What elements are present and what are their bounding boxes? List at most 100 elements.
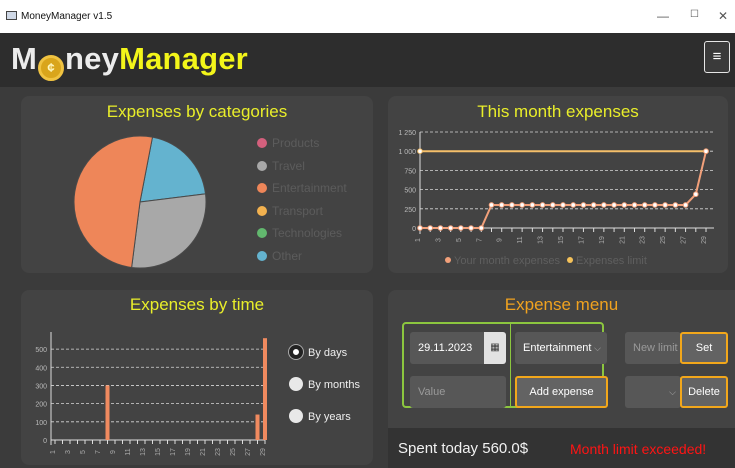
radio-circle[interactable] <box>289 377 303 391</box>
chevron-down-icon: ⌵ <box>669 387 676 397</box>
series-point <box>703 148 709 155</box>
x-tick-label: 11 <box>125 448 132 455</box>
x-tick-label: 7 <box>476 238 483 242</box>
series-point <box>549 202 556 208</box>
series-point <box>427 225 434 231</box>
x-tick-label: 27 <box>681 236 688 244</box>
set-limit-button[interactable]: Set <box>680 332 728 364</box>
legend-marker <box>445 257 451 263</box>
legend-dot <box>257 138 267 148</box>
radio-circle[interactable] <box>289 409 303 423</box>
expense-menu-title: Expense menu <box>504 295 619 314</box>
series-point <box>519 202 525 208</box>
x-tick-label: 1 <box>50 450 57 454</box>
x-tick-label: 9 <box>497 238 504 242</box>
app-icon <box>6 11 17 20</box>
date-picker[interactable]: 29.11.2023 ▦ <box>410 332 506 364</box>
delete-button[interactable]: Delete <box>680 376 728 408</box>
series-point <box>539 202 546 208</box>
x-tick-label: 15 <box>558 236 565 244</box>
hamburger-menu-button[interactable]: ≡ <box>704 41 730 73</box>
legend-dot <box>257 205 267 216</box>
x-tick-label: 5 <box>456 238 463 242</box>
series-point <box>509 202 515 208</box>
y-tick-label: 300 <box>35 383 47 390</box>
categories-pie-chart <box>73 135 207 269</box>
x-tick-label: 1 <box>415 238 422 242</box>
y-tick-label: 200 <box>35 402 47 409</box>
date-value: 29.11.2023 <box>418 342 473 354</box>
legend-item-entertainment: Entertainment <box>257 181 347 195</box>
series-point <box>652 202 658 208</box>
series-point <box>570 202 577 208</box>
add-expense-button[interactable]: Add expense <box>515 376 608 408</box>
y-tick-label: 1 000 <box>398 149 416 156</box>
series-point <box>458 225 464 231</box>
radio-by-years[interactable]: By years <box>289 409 351 423</box>
x-tick-label: 23 <box>640 236 647 244</box>
series-point <box>641 202 648 208</box>
x-tick-label: 21 <box>200 448 207 456</box>
legend-label: Expenses limit <box>576 255 647 267</box>
calendar-icon[interactable]: ▦ <box>484 332 506 364</box>
legend-label: Travel <box>272 158 305 173</box>
close-button[interactable]: ✕ <box>718 9 728 23</box>
legend-marker <box>567 257 573 263</box>
x-tick-label: 11 <box>517 236 524 243</box>
y-tick-label: 500 <box>35 347 47 354</box>
series-point <box>682 202 689 208</box>
coin-icon: ¢ <box>38 55 65 81</box>
series-point <box>590 202 597 208</box>
series-point <box>498 202 505 208</box>
month-line-chart: 02505007501 0001 2501 3 5 7 9 11 13 15 17 19 21 23 2… <box>398 130 714 267</box>
radio-label: By years <box>308 411 351 423</box>
x-tick-label: 3 <box>65 450 72 454</box>
x-tick-label: 5 <box>80 450 87 454</box>
series-point <box>417 148 423 155</box>
x-tick-label: 25 <box>660 236 667 244</box>
delete-select[interactable]: ⌵ <box>625 376 681 408</box>
form-divider <box>510 324 511 406</box>
limit-warning: Month limit exceeded! <box>570 441 707 457</box>
new-limit-input[interactable]: New limit <box>625 332 681 364</box>
value-input[interactable]: Value <box>410 376 506 408</box>
series-point <box>621 202 628 208</box>
time-bar-chart: 01002003004005001 3 5 7 9 11 13 15 17 19 21 23 25 27 2… <box>35 332 267 456</box>
series-point <box>672 202 679 208</box>
radio-by-months[interactable]: By months <box>289 377 360 391</box>
category-select[interactable]: Entertainment ⌵ <box>515 332 607 364</box>
x-tick-label: 29 <box>260 448 267 456</box>
x-tick-label: 13 <box>538 236 545 244</box>
x-tick-label: 17 <box>170 448 177 456</box>
y-tick-label: 500 <box>404 188 416 195</box>
bar-day-8 <box>105 385 110 440</box>
legend-label: Other <box>272 248 303 263</box>
legend-item-other: Other <box>257 249 302 263</box>
app-logo: M ¢ neyManager <box>11 41 248 81</box>
minimize-button[interactable]: — <box>657 9 669 23</box>
series-point <box>468 225 474 231</box>
radio-by-days[interactable]: By days <box>289 345 347 359</box>
y-tick-label: 250 <box>404 207 416 214</box>
pie-slice-travel <box>131 193 207 269</box>
x-tick-label: 29 <box>701 236 708 244</box>
radio-circle[interactable] <box>289 345 303 359</box>
legend-item-transport: Transport <box>257 204 323 218</box>
window-titlebar: MoneyManager v1.5 — ☐ ✕ <box>0 0 735 33</box>
x-tick-label: 27 <box>245 448 252 456</box>
y-tick-label: 0 <box>43 438 47 445</box>
legend-dot <box>257 183 267 193</box>
legend-item-technologies: Technologies <box>257 226 342 240</box>
x-tick-label: 25 <box>230 448 237 456</box>
month-panel: This month expenses 0 250 500 750 1 000 1 250… <box>388 96 728 273</box>
expense-menu-panel: Expense menu 29.11.2023 ▦ Entertainment ⌵ … <box>388 290 735 468</box>
maximize-button[interactable]: ☐ <box>690 9 699 20</box>
series-point <box>611 202 617 208</box>
y-tick-label: 100 <box>35 420 47 427</box>
categories-title: Expenses by categories <box>106 102 288 121</box>
y-tick-label: 750 <box>404 168 416 175</box>
series-point <box>529 202 536 208</box>
x-tick-label: 13 <box>140 448 147 456</box>
x-tick-label: 21 <box>619 236 626 244</box>
x-tick-label: 7 <box>95 450 102 454</box>
